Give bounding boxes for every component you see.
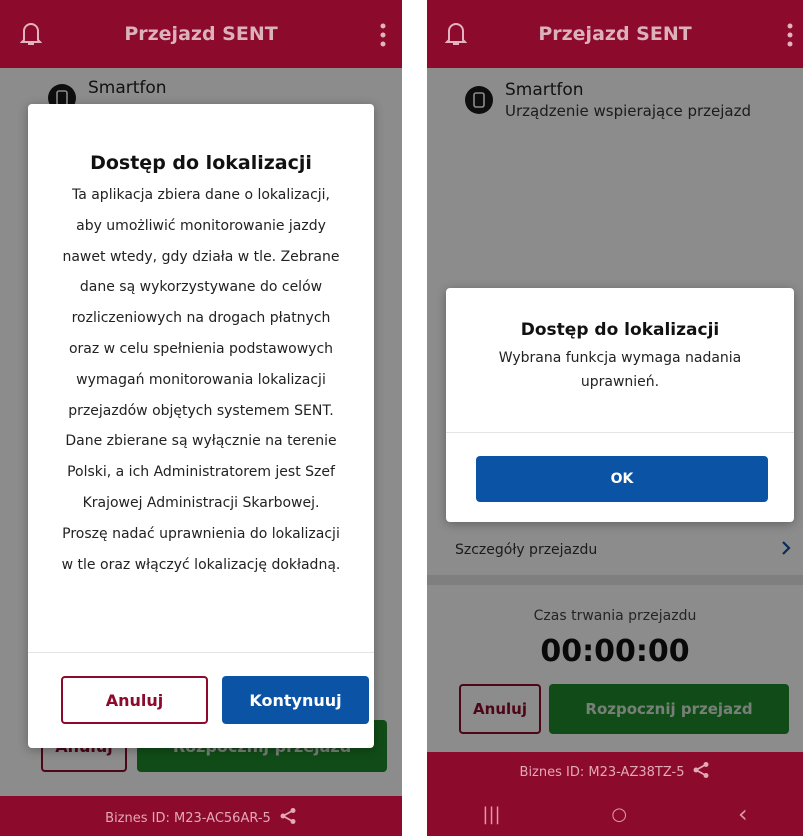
share-icon[interactable] bbox=[279, 807, 297, 829]
recent-apps-button[interactable]: ||| bbox=[482, 804, 500, 825]
dialog-message-line: Polski, a ich Administratorem jest Szef bbox=[67, 464, 335, 481]
business-id-footer: Biznes ID: M23-AZ38TZ-5 bbox=[427, 752, 803, 792]
dialog-message-line: w tle oraz włączyć lokalizację dokładną. bbox=[61, 556, 341, 573]
top-app-bar: Przejazd SENT bbox=[427, 0, 803, 68]
right-screen: Przejazd SENT Smartfon Urządzenie wspier… bbox=[427, 0, 803, 836]
bell-icon[interactable] bbox=[19, 20, 43, 48]
top-app-bar: Przejazd SENT bbox=[0, 0, 402, 68]
dialog-message-line: Proszę nadać uprawnienia do lokalizacji bbox=[62, 525, 340, 542]
dialog-title: Dostęp do lokalizacji bbox=[520, 320, 720, 340]
continue-button[interactable]: Kontynuuj bbox=[222, 676, 369, 724]
dialog-message-line: Ta aplikacja zbiera dane o lokalizacji, bbox=[71, 187, 331, 203]
app-title: Przejazd SENT bbox=[124, 23, 278, 45]
share-icon[interactable] bbox=[692, 761, 710, 783]
dialog-message-line: oraz w celu spełnienia podstawowych bbox=[68, 340, 334, 357]
location-permission-dialog: Dostęp do lokalizacji Wybrana funkcja wy… bbox=[446, 288, 794, 522]
ok-button[interactable]: OK bbox=[476, 456, 768, 502]
dialog-message-line: wymagań monitorowania lokalizacji bbox=[76, 371, 326, 388]
location-permission-dialog: Dostęp do lokalizacji Ta aplikacja zbier… bbox=[28, 104, 374, 748]
dialog-message-line: nawet wtedy, gdy działa w tle. Zebrane bbox=[62, 248, 340, 265]
dialog-title: Dostęp do lokalizacji bbox=[90, 152, 312, 174]
business-id-footer: Biznes ID: M23-AC56AR-5 bbox=[0, 796, 402, 836]
dialog-message-line: rozliczeniowych na drogach płatnych bbox=[71, 310, 331, 327]
dialog-message-line: uprawnień. bbox=[580, 374, 660, 390]
dialog-message-line: Krajowej Administracji Skarbowej. bbox=[82, 494, 320, 511]
more-options-icon[interactable] bbox=[785, 22, 795, 48]
back-button[interactable]: ‹ bbox=[738, 800, 748, 828]
dialog-message-line: aby umożliwić monitorowanie jazdy bbox=[76, 217, 326, 234]
app-title: Przejazd SENT bbox=[538, 23, 692, 45]
left-screen: Przejazd SENT Smartfon Anuluj Rozpocznij… bbox=[0, 0, 402, 836]
cancel-button[interactable]: Anuluj bbox=[61, 676, 208, 724]
bell-icon[interactable] bbox=[444, 20, 468, 48]
dialog-message: Wybrana funkcja wymaga nadania uprawnień. bbox=[446, 346, 794, 394]
dialog-divider bbox=[28, 652, 374, 653]
dialog-message-line: przejazdów objętych systemem SENT. bbox=[68, 402, 334, 419]
dialog-message-line: Wybrana funkcja wymaga nadania bbox=[498, 350, 742, 366]
more-options-icon[interactable] bbox=[378, 22, 388, 48]
dialog-divider bbox=[446, 432, 794, 433]
business-id: Biznes ID: M23-AZ38TZ-5 bbox=[519, 764, 685, 780]
system-navigation-bar: ||| ○ ‹ bbox=[427, 792, 803, 836]
dialog-message-line: Dane zbierane są wyłącznie na terenie bbox=[65, 433, 337, 450]
home-button[interactable]: ○ bbox=[611, 804, 627, 825]
dialog-message: Ta aplikacja zbiera dane o lokalizacji, a… bbox=[28, 180, 374, 580]
business-id: Biznes ID: M23-AC56AR-5 bbox=[105, 810, 271, 826]
dialog-message-line: dane są wykorzystywane do celów bbox=[79, 279, 323, 296]
